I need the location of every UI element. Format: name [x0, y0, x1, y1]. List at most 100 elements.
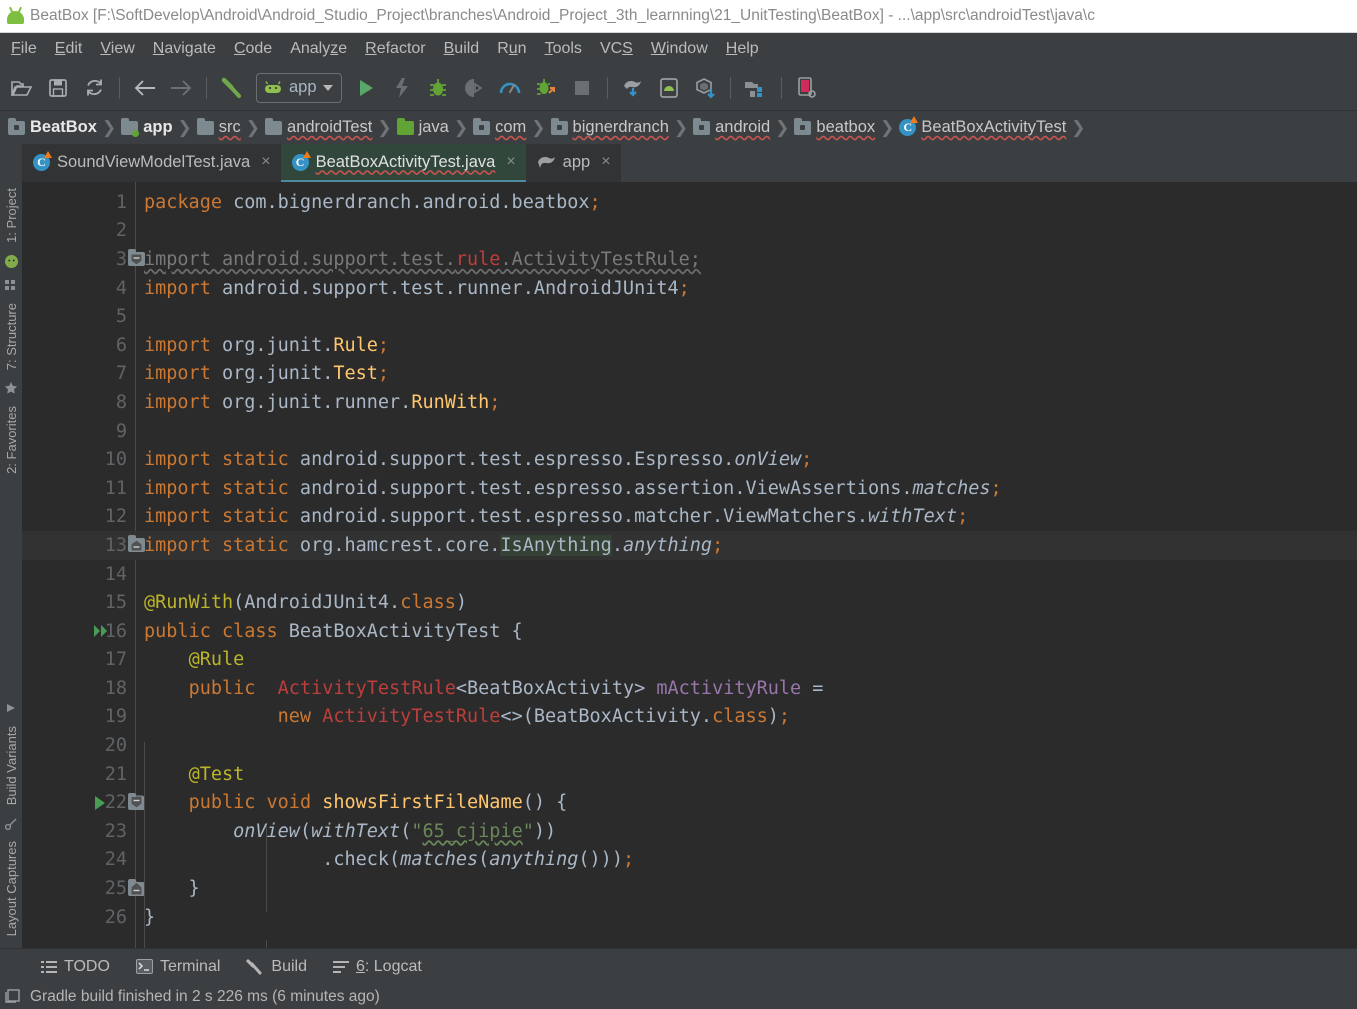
fold-end-icon[interactable]: [128, 878, 145, 896]
line-content: [127, 220, 1357, 241]
avd-manager-icon[interactable]: [651, 70, 687, 106]
save-all-icon[interactable]: [40, 70, 76, 106]
debug-icon[interactable]: [420, 70, 456, 106]
line-number: 10: [104, 449, 127, 471]
code-editor[interactable]: 1 package com.bignerdranch.android.beatbo…: [22, 182, 1357, 948]
close-icon[interactable]: ×: [601, 153, 610, 171]
event-log-icon[interactable]: [4, 989, 21, 1004]
code-line: 25 }: [22, 874, 1357, 903]
project-structure-icon[interactable]: [738, 70, 774, 106]
sync-gradle-icon[interactable]: [615, 70, 651, 106]
device-file-explorer-icon[interactable]: [789, 70, 825, 106]
breadcrumb-item-com[interactable]: com: [469, 114, 530, 142]
attach-debugger-icon[interactable]: [456, 70, 492, 106]
line-content: package com.bignerdranch.android.beatbox…: [144, 191, 601, 213]
line-content: public class BeatBoxActivityTest {: [144, 620, 523, 642]
line-content: [127, 564, 1357, 585]
menu-view[interactable]: View: [91, 36, 143, 62]
logcat-icon: [332, 960, 349, 973]
indent-guide: [266, 826, 267, 912]
menu-file[interactable]: File: [2, 36, 46, 62]
fold-collapse-icon[interactable]: [128, 249, 145, 267]
sync-refresh-icon[interactable]: [76, 70, 112, 106]
close-icon[interactable]: ×: [261, 153, 270, 171]
breadcrumb-item-beatbox-pkg[interactable]: beatbox: [790, 114, 879, 142]
bottom-tab-terminal[interactable]: Terminal: [123, 954, 233, 980]
breadcrumb-item-beatbox[interactable]: BeatBox: [4, 114, 101, 142]
bottom-tab-logcat[interactable]: 6: Logcat: [320, 954, 435, 980]
sidebar-item-favorites[interactable]: 2: Favorites: [3, 400, 20, 480]
run-test-icon[interactable]: [92, 795, 108, 811]
tab-beatboxactivitytest[interactable]: C BeatBoxActivityTest.java ×: [280, 144, 526, 182]
code-line: 20: [22, 731, 1357, 760]
navigate-forward-icon[interactable]: [163, 70, 199, 106]
menu-window[interactable]: Window: [642, 36, 717, 62]
profiler-icon[interactable]: [492, 70, 528, 106]
menu-build[interactable]: Build: [435, 36, 489, 62]
menu-edit[interactable]: Edit: [46, 36, 92, 62]
code-line: 16 public class BeatBoxActivityTest {: [22, 617, 1357, 646]
breadcrumb-item-src[interactable]: src: [193, 114, 245, 142]
menu-vcs[interactable]: VCS: [591, 36, 642, 62]
sidebar-item-structure[interactable]: 7: Structure: [3, 297, 20, 376]
menu-tools[interactable]: Tools: [536, 36, 591, 62]
breadcrumb-label: androidTest: [287, 118, 373, 136]
close-icon[interactable]: ×: [506, 153, 515, 171]
breadcrumb-item-android[interactable]: android: [689, 114, 774, 142]
line-content: .check(matches(anything()));: [144, 849, 635, 871]
sidebar-item-layout-captures[interactable]: Layout Captures: [3, 835, 20, 942]
line-number: 26: [104, 906, 127, 928]
menu-code[interactable]: Code: [225, 36, 281, 62]
breadcrumb-chevron-icon: ❯: [1071, 117, 1086, 137]
code-line: 24 .check(matches(anything()));: [22, 846, 1357, 875]
debug-app-icon[interactable]: [528, 70, 564, 106]
breadcrumb-item-java[interactable]: java: [393, 114, 453, 142]
menu-analyze[interactable]: Analyze: [281, 36, 356, 62]
sidebar-item-project[interactable]: 1: Project: [3, 182, 20, 249]
open-folder-icon[interactable]: [4, 70, 40, 106]
run-all-tests-icon[interactable]: [92, 623, 110, 639]
line-number: 14: [104, 563, 127, 585]
line-content: [127, 306, 1357, 327]
gradle-elephant-icon: [537, 155, 556, 170]
navigate-back-icon[interactable]: [127, 70, 163, 106]
fold-collapse-icon[interactable]: [128, 792, 145, 810]
breadcrumb-item-app[interactable]: app: [117, 114, 176, 142]
menu-help[interactable]: Help: [717, 36, 768, 62]
code-line: 14: [22, 560, 1357, 589]
stop-icon[interactable]: [564, 70, 600, 106]
breadcrumb-item-bignerdranch[interactable]: bignerdranch: [547, 114, 673, 142]
apply-changes-icon[interactable]: [384, 70, 420, 106]
fold-collapse-icon[interactable]: [128, 535, 145, 553]
code-line: 18 public ActivityTestRule<BeatBoxActivi…: [22, 674, 1357, 703]
line-number: 5: [115, 306, 127, 328]
run-configuration-selector[interactable]: app: [256, 72, 342, 103]
chevron-down-icon[interactable]: [322, 84, 333, 91]
menu-run[interactable]: Run: [488, 36, 535, 62]
line-number: 23: [104, 820, 127, 842]
code-line: 10 import static android.support.test.esp…: [22, 445, 1357, 474]
android-studio-window: BeatBox [F:\SoftDevelop\Android\Android_…: [0, 0, 1357, 1009]
run-icon[interactable]: [348, 70, 384, 106]
breadcrumb-chevron-icon: ❯: [880, 117, 895, 137]
tab-soundviewmodeltest[interactable]: C SoundViewModelTest.java ×: [22, 144, 281, 182]
line-number: 21: [104, 763, 127, 785]
sidebar-item-build-variants[interactable]: Build Variants: [3, 720, 20, 811]
line-number: 22: [104, 792, 127, 814]
bottom-tab-todo[interactable]: TODO: [28, 954, 123, 980]
menu-navigate[interactable]: Navigate: [144, 36, 225, 62]
bottom-tab-build[interactable]: Build: [233, 954, 320, 980]
code-line: 5: [22, 302, 1357, 331]
build-hammer-icon[interactable]: [214, 70, 250, 106]
code-line: 11 import static android.support.test.esp…: [22, 474, 1357, 503]
star-icon: [4, 381, 18, 395]
breadcrumb-item-androidtest[interactable]: androidTest: [261, 114, 376, 142]
sdk-manager-icon[interactable]: [687, 70, 723, 106]
tab-label: BeatBoxActivityTest.java: [315, 152, 496, 171]
line-content: import static android.support.test.espre…: [144, 477, 1002, 499]
code-line: 9: [22, 417, 1357, 446]
tab-app-gradle[interactable]: app ×: [525, 144, 621, 182]
menu-refactor[interactable]: Refactor: [356, 36, 434, 62]
breadcrumb-item-beatboxactivitytest[interactable]: C BeatBoxActivityTest: [895, 114, 1070, 142]
bottom-tab-label: TODO: [64, 957, 110, 975]
